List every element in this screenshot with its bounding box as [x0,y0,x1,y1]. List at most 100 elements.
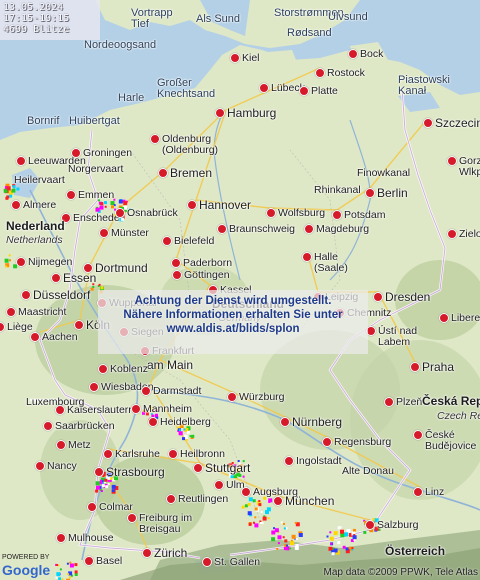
lightning-strike [277,535,282,540]
city-marker[interactable] [439,313,449,323]
city-marker[interactable] [299,86,309,96]
city-marker[interactable] [16,257,26,267]
city-label: Czech Re [437,410,480,422]
city-label: Essen [63,271,97,285]
lightning-strike [267,517,270,520]
city-marker[interactable] [148,417,158,427]
city-marker[interactable] [315,68,325,78]
lightning-strike [254,507,258,511]
lightning-strike [123,201,128,206]
lightning-strike [95,481,100,486]
lightning-map[interactable]: Vortrapp Tief Als Sund Storstrømmen Ulvsund N… [0,0,480,580]
city-marker[interactable] [87,502,97,512]
lightning-strike [92,286,95,288]
city-marker[interactable] [6,307,16,317]
city-marker[interactable] [365,520,375,530]
city-marker[interactable] [284,456,294,466]
city-marker[interactable] [56,440,66,450]
city-marker[interactable] [322,437,332,447]
lightning-strike [230,475,234,479]
city-marker[interactable] [66,190,76,200]
lightning-strike [189,435,192,438]
city-marker[interactable] [348,49,358,59]
city-marker[interactable] [16,156,26,166]
city-marker[interactable] [227,392,237,402]
date-label: 13.05.2024 [3,2,64,13]
lightning-strike [242,475,245,478]
city-marker[interactable] [127,513,137,523]
city-marker[interactable] [304,224,314,234]
city-label: Basel [96,555,123,567]
lightning-strike [69,561,72,564]
city-marker[interactable] [74,320,84,330]
lightning-strike [74,573,78,576]
lightning-strike [105,485,109,489]
city-marker[interactable] [202,557,212,567]
city-marker[interactable] [266,208,276,218]
city-marker[interactable] [193,463,203,473]
city-marker[interactable] [332,210,342,220]
lightning-strike [99,205,104,210]
lightning-strike [345,547,349,551]
city-marker[interactable] [447,156,457,166]
city-marker[interactable] [172,270,182,280]
city-marker[interactable] [302,252,312,262]
city-marker[interactable] [171,258,181,268]
city-marker[interactable] [384,397,394,407]
lightning-strike [258,503,262,507]
city-marker[interactable] [162,236,172,246]
city-marker[interactable] [131,404,141,414]
lightning-strike [247,502,251,506]
city-marker[interactable] [241,487,251,497]
city-marker[interactable] [43,421,53,431]
city-label: Liberec [451,312,480,324]
city-marker[interactable] [94,467,104,477]
google-logo[interactable]: Google [2,562,50,578]
city-marker[interactable] [280,417,290,427]
city-marker[interactable] [30,332,40,342]
city-marker[interactable] [373,292,383,302]
city-marker[interactable] [98,364,108,374]
city-marker[interactable] [273,496,283,506]
city-marker[interactable] [56,533,66,543]
city-marker[interactable] [230,53,240,63]
city-marker[interactable] [142,548,152,558]
city-label: Kaiserslautern [67,404,135,416]
city-marker[interactable] [217,224,227,234]
city-marker[interactable] [21,290,31,300]
city-marker[interactable] [365,188,375,198]
lightning-strike [118,199,123,204]
city-label: Plzeň [396,396,423,408]
city-marker[interactable] [423,118,433,128]
city-marker[interactable] [35,461,45,471]
city-marker[interactable] [51,273,61,283]
city-marker[interactable] [55,405,65,415]
city-label: Nürnberg [292,415,343,429]
city-marker[interactable] [166,494,176,504]
city-marker[interactable] [447,229,457,239]
city-label: Dortmund [95,261,148,275]
city-marker[interactable] [84,556,94,566]
city-marker[interactable] [259,83,269,93]
city-marker[interactable] [158,168,168,178]
city-marker[interactable] [115,208,125,218]
city-marker[interactable] [11,200,21,210]
city-label: Česká Rep [422,394,480,408]
city-marker[interactable] [410,362,420,372]
city-marker[interactable] [150,134,160,144]
city-marker[interactable] [215,108,225,118]
city-label: Bremen [170,166,213,180]
notice-link[interactable]: www.aldis.at/blids/splon [98,322,368,336]
city-marker[interactable] [413,487,423,497]
city-marker[interactable] [141,386,151,396]
city-marker[interactable] [413,430,423,440]
city-marker[interactable] [187,200,197,210]
city-marker[interactable] [71,148,81,158]
city-marker[interactable] [103,449,113,459]
city-marker[interactable] [89,382,99,392]
city-marker[interactable] [99,228,109,238]
city-marker[interactable] [168,449,178,459]
city-marker[interactable] [214,480,224,490]
lightning-strike [276,548,279,550]
lightning-strike [100,490,103,492]
